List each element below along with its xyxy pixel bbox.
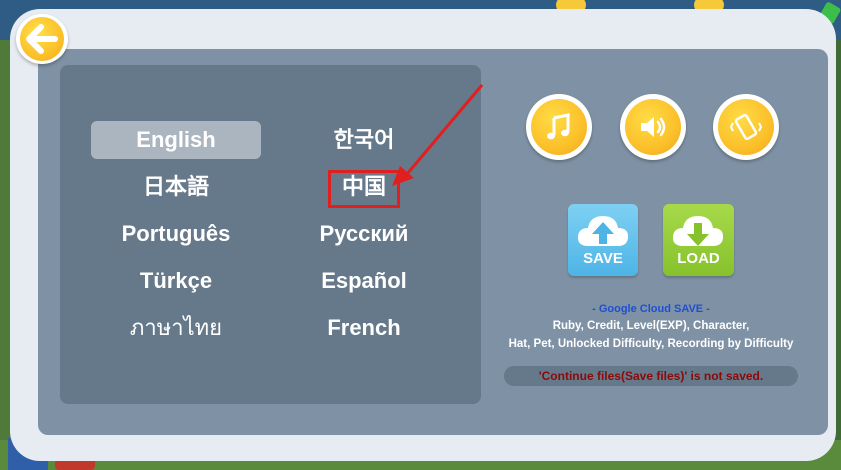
sound-toggle-button[interactable] — [620, 94, 686, 160]
cloud-download-icon — [672, 216, 724, 246]
cloud-save-description: Hat, Pet, Unlocked Difficulty, Recording… — [508, 338, 794, 350]
cloud-save-button[interactable]: SAVE — [568, 204, 638, 276]
vibration-toggle-button[interactable] — [713, 94, 779, 160]
cloud-upload-icon — [577, 216, 629, 246]
speaker-icon — [641, 117, 666, 137]
music-toggle-button[interactable] — [526, 94, 592, 160]
warning-message: 'Continue files(Save files)' is not save… — [504, 366, 798, 386]
cloud-save-title: - Google Cloud SAVE - — [592, 303, 710, 315]
cloud-load-button[interactable]: LOAD — [663, 204, 734, 276]
load-label: LOAD — [677, 250, 720, 267]
vibrate-icon — [729, 113, 763, 141]
save-label: SAVE — [583, 250, 623, 267]
cloud-save-description: Ruby, Credit, Level(EXP), Character, — [552, 320, 750, 332]
music-note-icon — [547, 113, 570, 140]
